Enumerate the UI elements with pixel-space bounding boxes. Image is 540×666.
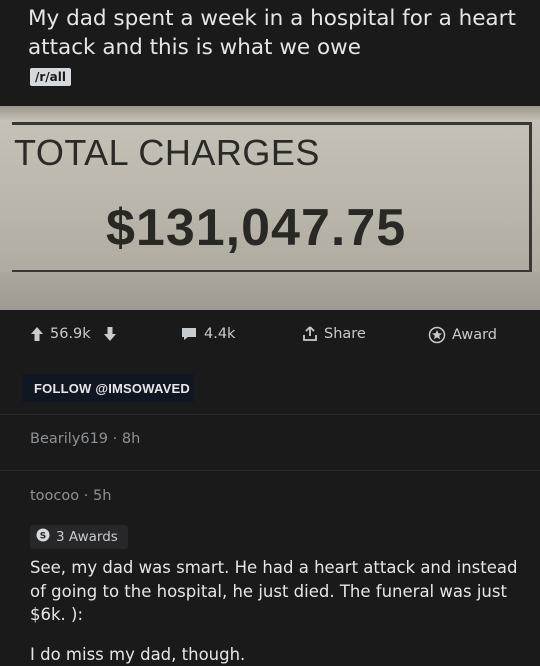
comment-count: 4.4k [204, 326, 236, 342]
award-button[interactable]: Award [428, 326, 497, 344]
comments-button[interactable]: 4.4k [180, 326, 235, 342]
award-label: Award [452, 327, 497, 343]
vote-group: 56.9k [30, 326, 117, 342]
comment-body: See, my dad was smart. He had a heart at… [30, 556, 530, 666]
post-title[interactable]: My dad spent a week in a hospital for a … [28, 4, 528, 62]
total-charges-label: TOTAL CHARGES [14, 132, 320, 173]
share-label: Share [324, 326, 366, 342]
share-button[interactable]: Share [302, 326, 366, 342]
image-lower-band [0, 272, 540, 310]
comment-author-bearily619[interactable]: Bearily619 · 8h [30, 431, 140, 447]
follow-banner[interactable]: FOLLOW @IMSOWAVED [22, 374, 194, 402]
upvote-count: 56.9k [50, 326, 91, 342]
awards-count: 3 Awards [56, 529, 118, 545]
downvote-icon[interactable] [103, 326, 117, 342]
subreddit-tag[interactable]: /r/all [30, 68, 72, 86]
award-icon [428, 326, 446, 344]
divider [0, 470, 540, 471]
total-charges-amount: $131,047.75 [106, 199, 407, 257]
image-top-band [0, 106, 540, 120]
upvote-icon[interactable] [30, 326, 44, 342]
comment-author-toocoo[interactable]: toocoo · 5h [30, 488, 111, 504]
comment-icon [180, 326, 198, 342]
divider [0, 414, 540, 415]
follow-banner-text: FOLLOW @IMSOWAVED [34, 381, 190, 396]
silver-award-icon: S [36, 528, 50, 546]
post-image[interactable]: TOTAL CHARGES $131,047.75 [0, 106, 540, 310]
post-actions-bar: 56.9k 4.4k Share Award [0, 322, 540, 352]
comment-paragraph: See, my dad was smart. He had a heart at… [30, 558, 518, 624]
awards-badge[interactable]: S 3 Awards [30, 525, 128, 549]
svg-text:S: S [40, 532, 46, 542]
share-icon [302, 326, 318, 342]
comment-paragraph: I do miss my dad, though. [30, 644, 246, 664]
